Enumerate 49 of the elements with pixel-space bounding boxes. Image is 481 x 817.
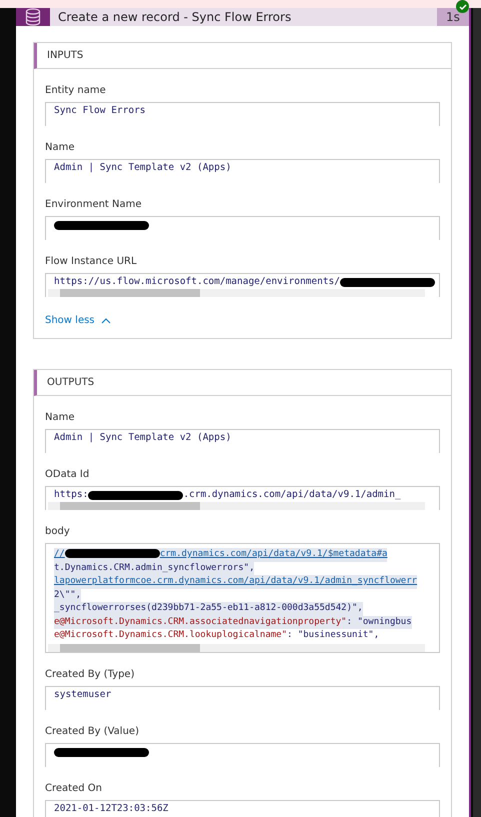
code-text: Admin | Sync Template v2 (Apps) <box>54 432 232 444</box>
chevron-up-icon <box>100 318 111 324</box>
action-title: Create a new record - Sync Flow Errors <box>57 9 292 26</box>
output-field[interactable]: 2021-01-12T23:03:56Z <box>45 800 440 817</box>
scrollbar[interactable] <box>48 502 425 510</box>
field-label: OData Id <box>45 468 90 482</box>
field-label: Created By (Type) <box>45 668 136 682</box>
field-label: Created By (Value) <box>45 725 140 739</box>
code-text: https://us.flow.microsoft.com/manage/environments/ <box>54 276 340 288</box>
output-field[interactable]: Sync Flow Errors <box>45 102 440 126</box>
output-field[interactable] <box>45 743 440 767</box>
scrollbar-track[interactable] <box>473 8 481 817</box>
field-label: Flow Instance URL <box>45 255 138 269</box>
code-text: 2021-01-12T23:03:56Z <box>54 803 168 815</box>
code-text: : <box>346 616 354 626</box>
code-link[interactable]: crm.dynamics.com/api/data/v9.1/$metadata#a <box>160 549 388 559</box>
code-text: "owningbus <box>357 616 412 626</box>
code-text: : <box>287 630 294 640</box>
field-label: Entity name <box>45 84 107 98</box>
scrollbar[interactable] <box>48 644 425 652</box>
code-text: systemuser <box>54 689 112 701</box>
code-text: 2\"", <box>54 590 82 600</box>
code-text: t.Dynamics.CRM.admin_syncflowerrors", <box>54 562 254 572</box>
show-less-link[interactable]: Show less <box>45 313 111 328</box>
field-label: Environment Name <box>45 198 143 212</box>
code-text: Admin | Sync Template v2 (Apps) <box>54 162 232 174</box>
code-text: .crm.dynamics.com/api/data/v9.1/admin_ <box>183 489 401 501</box>
database-icon <box>25 8 41 26</box>
output-field[interactable]: systemuser <box>45 686 440 710</box>
field-label: Created On <box>45 782 103 796</box>
code-text: _syncflowerrorses(d239bb71-2a55-eb11-a812-000d3a55d542)", <box>54 603 363 613</box>
field-label: Name <box>45 141 76 155</box>
code-text: "businessunit", <box>298 630 380 640</box>
code-link[interactable]: // <box>54 549 65 559</box>
scrollbar[interactable] <box>48 289 425 297</box>
code-text: e@Microsoft.Dynamics.CRM.lookuplogicalname" <box>54 630 287 640</box>
field-label: body <box>45 525 71 539</box>
code-text: https: <box>54 489 88 501</box>
code-box[interactable] <box>45 543 440 653</box>
section-heading: INPUTS <box>34 43 451 69</box>
output-field[interactable]: https: .crm.dynamics.com/api/data/v9.1/admin_ <box>45 486 440 510</box>
output-field[interactable] <box>45 216 440 240</box>
output-field[interactable]: https://us.flow.microsoft.com/manage/environments/ <box>45 273 440 297</box>
field-label: Name <box>45 411 76 425</box>
code-text: e@Microsoft.Dynamics.CRM.associatednavigationproperty" <box>54 616 347 626</box>
output-field[interactable]: Admin | Sync Template v2 (Apps) <box>45 429 440 453</box>
code-text: Sync Flow Errors <box>54 105 146 117</box>
section-heading: OUTPUTS <box>34 370 451 396</box>
output-field[interactable]: Admin | Sync Template v2 (Apps) <box>45 159 440 183</box>
